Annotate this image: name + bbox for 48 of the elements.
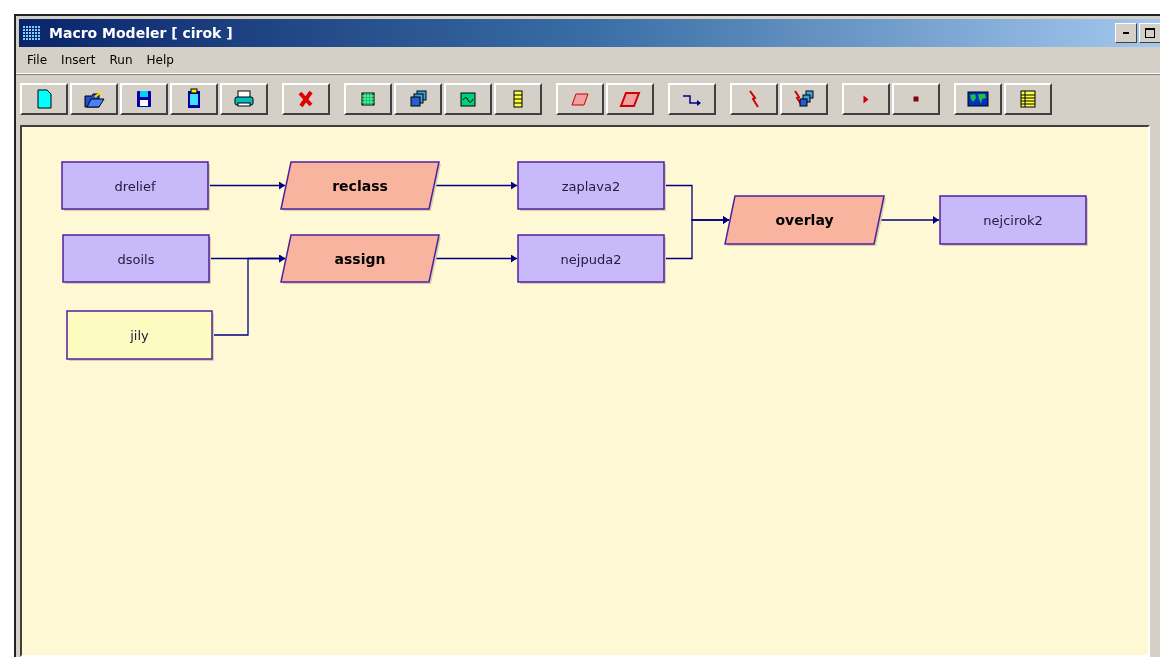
toolbar-button[interactable] xyxy=(668,83,716,115)
stop-icon xyxy=(913,96,919,102)
toolbar-button[interactable] xyxy=(282,83,330,115)
menu-item[interactable]: Run xyxy=(104,53,138,67)
printer-icon xyxy=(233,88,255,110)
toolbar-button[interactable] xyxy=(120,83,168,115)
maximize-button[interactable] xyxy=(1139,23,1160,43)
open-folder-icon xyxy=(83,88,105,110)
maximize-icon xyxy=(1145,28,1155,38)
run-icon xyxy=(863,94,869,104)
toolbar-button[interactable] xyxy=(892,83,940,115)
lightning-layers-icon xyxy=(793,88,815,110)
menu-item[interactable]: File xyxy=(22,53,53,67)
table-icon xyxy=(1017,88,1039,110)
layer-node[interactable]: nejpuda2 xyxy=(517,234,666,284)
minimize-icon xyxy=(1123,32,1129,34)
layer-node[interactable]: dsoils xyxy=(62,234,211,284)
toolbar-button[interactable] xyxy=(220,83,268,115)
toolbar-button[interactable] xyxy=(780,83,828,115)
toolbar-button[interactable] xyxy=(394,83,442,115)
toolbar-button[interactable] xyxy=(842,83,890,115)
world-map-icon xyxy=(967,88,989,110)
toolbar-button[interactable] xyxy=(494,83,542,115)
window-title: Macro Modeler [ cirok ] xyxy=(49,25,233,41)
connector-arrow xyxy=(878,216,940,224)
module-node[interactable]: assign xyxy=(280,234,441,284)
menu-item[interactable]: Help xyxy=(141,53,179,67)
layer-node[interactable]: drelief xyxy=(61,161,210,211)
layer-node[interactable]: nejcirok2 xyxy=(939,195,1088,246)
menu-item[interactable]: Insert xyxy=(56,53,101,67)
toolbar-button[interactable] xyxy=(344,83,392,115)
module-node[interactable]: overlay xyxy=(724,195,886,246)
toolbar-button[interactable] xyxy=(70,83,118,115)
grid-dots-icon xyxy=(23,25,41,41)
connector-arrow xyxy=(663,216,730,260)
toolbar-button[interactable] xyxy=(556,83,604,115)
layer-node[interactable]: jily xyxy=(66,310,214,361)
toolbar-button[interactable] xyxy=(1004,83,1052,115)
toolbar-button[interactable] xyxy=(606,83,654,115)
toolbar-button[interactable] xyxy=(730,83,778,115)
layer-node[interactable]: zaplava2 xyxy=(517,161,666,211)
module-node[interactable]: reclass xyxy=(280,161,441,211)
toolbar-button[interactable] xyxy=(954,83,1002,115)
toolbar-button[interactable] xyxy=(444,83,492,115)
toolbar-button[interactable] xyxy=(20,83,68,115)
toolbar-button[interactable] xyxy=(170,83,218,115)
minimize-button[interactable] xyxy=(1115,23,1137,43)
layer-stack-icon xyxy=(407,88,429,110)
